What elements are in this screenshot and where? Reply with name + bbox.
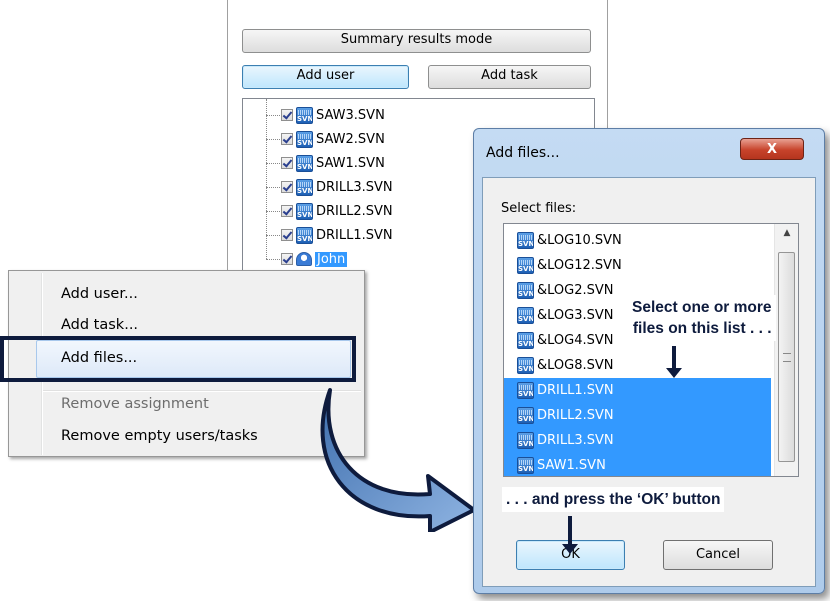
cancel-button[interactable]: Cancel bbox=[663, 540, 773, 570]
tree-item[interactable]: SVN DRILL3.SVN bbox=[281, 177, 393, 197]
svn-file-icon: SVN bbox=[517, 257, 534, 274]
tree-item[interactable]: SVN DRILL2.SVN bbox=[281, 201, 393, 221]
tree-item-label: DRILL3.SVN bbox=[316, 179, 393, 195]
file-name: DRILL3.SVN bbox=[537, 433, 614, 448]
checkbox[interactable] bbox=[281, 229, 293, 241]
tree-item-label: DRILL1.SVN bbox=[316, 227, 393, 243]
menu-item-remove-assignment: Remove assignment bbox=[61, 396, 209, 412]
curved-arrow-icon bbox=[320, 388, 476, 532]
checkbox[interactable] bbox=[281, 109, 293, 121]
file-name: SAW1.SVN bbox=[537, 458, 606, 473]
dialog-title: Add files... bbox=[486, 145, 560, 161]
svn-file-icon: SVN bbox=[517, 457, 534, 474]
press-ok-callout: . . . and press the ‘OK’ button bbox=[502, 487, 725, 512]
tree-item[interactable]: SVN SAW3.SVN bbox=[281, 105, 385, 125]
checkbox[interactable] bbox=[281, 181, 293, 193]
tree-item-label: SAW3.SVN bbox=[316, 107, 385, 123]
tree-item[interactable]: SVN SAW2.SVN bbox=[281, 129, 385, 149]
svn-file-icon: SVN bbox=[296, 154, 313, 172]
tree-item-label: DRILL2.SVN bbox=[316, 203, 393, 219]
file-name: DRILL2.SVN bbox=[537, 408, 614, 423]
select-files-label: Select files: bbox=[501, 201, 577, 216]
svn-file-icon: SVN bbox=[296, 226, 313, 244]
tree-item[interactable]: SVN SAW1.SVN bbox=[281, 153, 385, 173]
menu-highlight-frame bbox=[0, 336, 356, 382]
summary-results-mode-button[interactable]: Summary results mode bbox=[242, 29, 591, 53]
file-list-item[interactable]: SVN SAW1.SVN bbox=[504, 453, 771, 476]
add-user-button[interactable]: Add user bbox=[242, 65, 409, 89]
svn-file-icon: SVN bbox=[517, 307, 534, 324]
scrollbar[interactable]: ▲ bbox=[774, 224, 798, 476]
file-list-item[interactable]: SVN &LOG10.SVN bbox=[504, 228, 771, 253]
checkbox[interactable] bbox=[281, 133, 293, 145]
checkbox[interactable] bbox=[281, 205, 293, 217]
callout-line: files on this list . . . bbox=[632, 320, 772, 337]
grip-icon bbox=[783, 353, 791, 362]
svn-file-icon: SVN bbox=[296, 106, 313, 124]
file-list-item[interactable]: SVN &LOG8.SVN bbox=[504, 353, 771, 378]
file-name: &LOG3.SVN bbox=[537, 308, 614, 323]
svn-file-icon: SVN bbox=[517, 282, 534, 299]
scroll-thumb[interactable] bbox=[778, 252, 795, 462]
add-task-button[interactable]: Add task bbox=[428, 65, 591, 89]
scroll-up-icon[interactable]: ▲ bbox=[775, 224, 798, 242]
checkbox[interactable] bbox=[281, 253, 293, 265]
checkbox[interactable] bbox=[281, 157, 293, 169]
file-name: &LOG4.SVN bbox=[537, 333, 614, 348]
file-name: DRILL1.SVN bbox=[537, 383, 614, 398]
svn-file-icon: SVN bbox=[517, 357, 534, 374]
svn-file-icon: SVN bbox=[517, 232, 534, 249]
file-name: &LOG12.SVN bbox=[537, 258, 622, 273]
down-arrow-icon bbox=[666, 346, 682, 378]
file-name: &LOG10.SVN bbox=[537, 233, 622, 248]
svn-file-icon: SVN bbox=[517, 382, 534, 399]
tree-item-label: SAW2.SVN bbox=[316, 131, 385, 147]
svn-file-icon: SVN bbox=[296, 178, 313, 196]
callout-line: Select one or more bbox=[632, 299, 772, 316]
tree-item-label: SAW1.SVN bbox=[316, 155, 385, 171]
menu-item-add-user[interactable]: Add user... bbox=[61, 284, 138, 304]
close-button[interactable]: X bbox=[740, 138, 804, 160]
file-list-item[interactable]: SVN DRILL1.SVN bbox=[504, 378, 771, 403]
tree-item[interactable]: SVN DRILL1.SVN bbox=[281, 225, 393, 245]
file-list-item[interactable]: SVN DRILL3.SVN bbox=[504, 428, 771, 453]
svn-file-icon: SVN bbox=[296, 130, 313, 148]
down-arrow-icon bbox=[562, 516, 578, 554]
svn-file-icon: SVN bbox=[517, 407, 534, 424]
user-icon bbox=[296, 252, 312, 266]
tree-item-label: John bbox=[315, 251, 348, 267]
menu-separator bbox=[43, 390, 361, 392]
add-files-dialog: Add files... X Select files: SVN &LOG10.S… bbox=[473, 128, 825, 594]
file-list-item[interactable]: SVN &LOG12.SVN bbox=[504, 253, 771, 278]
file-name: &LOG8.SVN bbox=[537, 358, 614, 373]
svn-file-icon: SVN bbox=[517, 432, 534, 449]
menu-item-add-task[interactable]: Add task... bbox=[61, 315, 138, 335]
svn-file-icon: SVN bbox=[296, 202, 313, 220]
file-list-item[interactable]: SVN DRILL2.SVN bbox=[504, 403, 771, 428]
file-list[interactable]: SVN &LOG10.SVN SVN &LOG12.SVN SVN &LOG2.SVN SV… bbox=[503, 223, 799, 477]
tree-item-user[interactable]: John bbox=[281, 249, 348, 269]
select-files-callout: Select one or more files on this list . … bbox=[628, 295, 776, 341]
svn-file-icon: SVN bbox=[517, 332, 534, 349]
file-name: &LOG2.SVN bbox=[537, 283, 614, 298]
menu-item-remove-empty[interactable]: Remove empty users/tasks bbox=[61, 426, 258, 446]
